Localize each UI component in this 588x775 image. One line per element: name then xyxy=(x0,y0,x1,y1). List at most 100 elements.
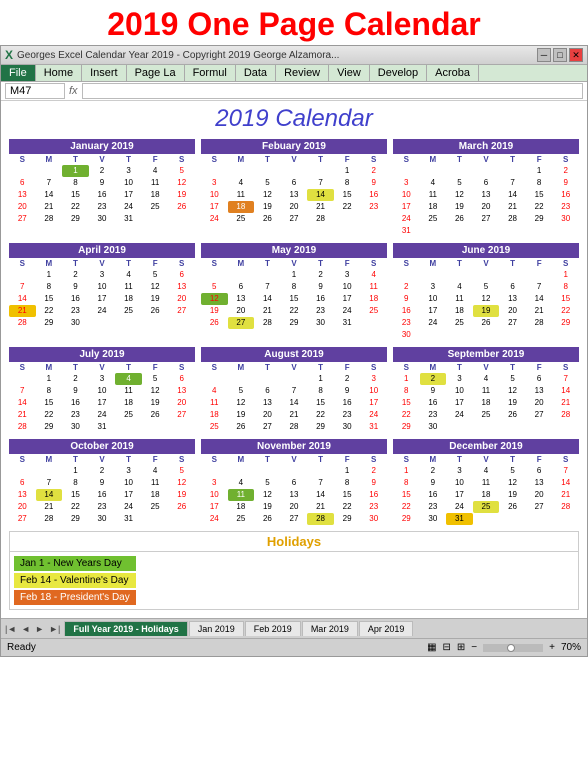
day-cell[interactable]: 2 xyxy=(62,269,89,281)
day-cell[interactable]: 18 xyxy=(446,305,473,317)
zoom-plus-button[interactable]: + xyxy=(549,642,555,653)
day-cell[interactable]: 7 xyxy=(552,373,579,385)
day-cell[interactable]: 8 xyxy=(36,385,63,397)
day-cell[interactable]: 7 xyxy=(499,177,526,189)
day-cell[interactable]: 17 xyxy=(115,189,142,201)
sheet-nav-last[interactable]: ►| xyxy=(47,624,62,634)
day-cell[interactable]: 23 xyxy=(62,305,89,317)
day-cell[interactable]: 19 xyxy=(142,397,169,409)
day-cell[interactable]: 24 xyxy=(115,501,142,513)
day-cell[interactable]: 10 xyxy=(89,385,116,397)
day-cell[interactable]: 16 xyxy=(420,397,447,409)
day-cell[interactable]: 19 xyxy=(499,397,526,409)
cell-reference[interactable] xyxy=(5,83,65,99)
day-cell[interactable]: 30 xyxy=(89,513,116,525)
day-cell[interactable]: 4 xyxy=(473,373,500,385)
day-cell[interactable]: 21 xyxy=(9,409,36,421)
day-cell[interactable]: 21 xyxy=(281,409,308,421)
day-cell[interactable]: 9 xyxy=(420,477,447,489)
day-cell[interactable]: 26 xyxy=(168,201,195,213)
day-cell[interactable]: 24 xyxy=(393,213,420,225)
day-cell[interactable]: 25 xyxy=(473,409,500,421)
day-cell[interactable]: 19 xyxy=(254,501,281,513)
day-cell[interactable]: 20 xyxy=(9,201,36,213)
day-cell[interactable]: 30 xyxy=(334,421,361,433)
day-cell[interactable]: 4 xyxy=(201,385,228,397)
day-cell[interactable]: 28 xyxy=(281,421,308,433)
day-cell[interactable]: 1 xyxy=(393,465,420,477)
day-cell[interactable]: 6 xyxy=(499,281,526,293)
day-cell[interactable]: 30 xyxy=(89,213,116,225)
day-cell[interactable]: 14 xyxy=(526,293,553,305)
day-cell[interactable]: 23 xyxy=(89,201,116,213)
day-cell[interactable]: 25 xyxy=(228,213,255,225)
day-cell[interactable]: 29 xyxy=(307,421,334,433)
day-cell[interactable]: 30 xyxy=(62,421,89,433)
day-cell[interactable]: 17 xyxy=(420,305,447,317)
day-cell[interactable]: 27 xyxy=(9,513,36,525)
day-cell[interactable]: 15 xyxy=(307,397,334,409)
day-cell[interactable]: 26 xyxy=(446,213,473,225)
day-cell[interactable]: 28 xyxy=(9,421,36,433)
day-cell[interactable]: 31 xyxy=(360,421,387,433)
day-cell[interactable]: 14 xyxy=(499,189,526,201)
day-cell[interactable]: 10 xyxy=(446,477,473,489)
day-cell[interactable]: 23 xyxy=(552,201,579,213)
day-cell[interactable]: 29 xyxy=(281,317,308,329)
day-cell[interactable]: 2 xyxy=(552,165,579,177)
day-cell[interactable]: 9 xyxy=(360,477,387,489)
day-cell[interactable]: 16 xyxy=(62,293,89,305)
day-cell[interactable]: 9 xyxy=(89,177,116,189)
formula-input[interactable] xyxy=(82,83,583,99)
day-cell[interactable]: 8 xyxy=(526,177,553,189)
day-cell[interactable]: 23 xyxy=(62,409,89,421)
day-cell[interactable]: 29 xyxy=(62,513,89,525)
day-cell[interactable]: 28 xyxy=(36,213,63,225)
day-cell[interactable]: 27 xyxy=(281,213,308,225)
sheet-nav-prev[interactable]: ◄ xyxy=(19,624,32,634)
day-cell[interactable]: 12 xyxy=(168,177,195,189)
day-cell[interactable]: 17 xyxy=(115,489,142,501)
day-cell[interactable]: 31 xyxy=(89,421,116,433)
day-cell[interactable]: 1 xyxy=(62,465,89,477)
day-cell[interactable]: 20 xyxy=(499,305,526,317)
day-cell[interactable]: 12 xyxy=(201,293,228,305)
day-cell[interactable]: 18 xyxy=(473,489,500,501)
day-cell[interactable]: 10 xyxy=(201,489,228,501)
day-cell[interactable]: 3 xyxy=(393,177,420,189)
day-cell[interactable]: 29 xyxy=(393,421,420,433)
day-cell[interactable]: 1 xyxy=(36,269,63,281)
day-cell[interactable]: 4 xyxy=(360,269,387,281)
day-cell[interactable]: 27 xyxy=(168,409,195,421)
sheet-tab-full-year-2019---holidays[interactable]: Full Year 2019 - Holidays xyxy=(64,621,187,636)
day-cell[interactable]: 8 xyxy=(281,281,308,293)
day-cell[interactable]: 31 xyxy=(115,213,142,225)
day-cell[interactable]: 20 xyxy=(168,397,195,409)
day-cell[interactable]: 5 xyxy=(254,477,281,489)
day-cell[interactable]: 8 xyxy=(334,477,361,489)
day-cell[interactable]: 2 xyxy=(334,373,361,385)
day-cell[interactable]: 7 xyxy=(552,465,579,477)
day-cell[interactable]: 21 xyxy=(526,305,553,317)
day-cell[interactable]: 9 xyxy=(62,281,89,293)
day-cell[interactable]: 19 xyxy=(168,489,195,501)
day-cell[interactable]: 28 xyxy=(254,317,281,329)
day-cell[interactable]: 21 xyxy=(307,501,334,513)
day-cell[interactable]: 1 xyxy=(552,269,579,281)
day-cell[interactable]: 21 xyxy=(307,201,334,213)
minimize-button[interactable]: ─ xyxy=(537,48,551,62)
day-cell[interactable]: 14 xyxy=(36,489,63,501)
view-normal-icon[interactable]: ▦ xyxy=(427,642,436,653)
day-cell[interactable]: 6 xyxy=(254,385,281,397)
day-cell[interactable]: 30 xyxy=(360,513,387,525)
day-cell[interactable]: 13 xyxy=(254,397,281,409)
day-cell[interactable]: 3 xyxy=(201,477,228,489)
day-cell[interactable]: 14 xyxy=(307,489,334,501)
day-cell[interactable]: 18 xyxy=(420,201,447,213)
day-cell[interactable]: 25 xyxy=(201,421,228,433)
day-cell[interactable]: 22 xyxy=(393,501,420,513)
day-cell[interactable]: 5 xyxy=(499,465,526,477)
day-cell[interactable]: 18 xyxy=(115,293,142,305)
day-cell[interactable]: 24 xyxy=(420,317,447,329)
sheet-tab-apr-2019[interactable]: Apr 2019 xyxy=(359,621,414,636)
